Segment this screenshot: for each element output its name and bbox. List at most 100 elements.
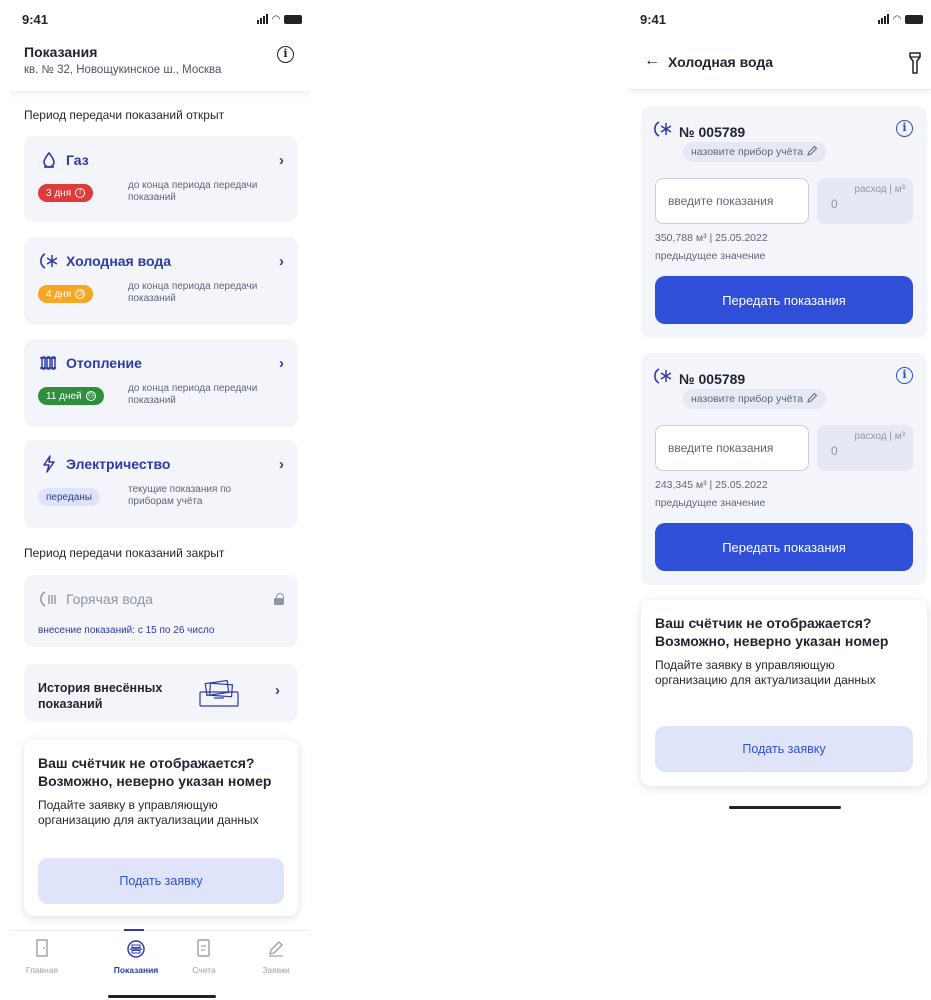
page-title: Холодная вода: [668, 54, 774, 70]
status-bar: 9:41 ◠: [22, 10, 302, 28]
badge-text: переданы: [46, 491, 92, 503]
tab-home[interactable]: Главная: [12, 939, 72, 975]
consumption-label: расход | м³: [854, 431, 905, 442]
cold-water-screen: 9:41 ◠ ← Холодная вода № 005789 i назови…: [628, 0, 931, 830]
consumption-label: расход | м³: [854, 184, 905, 195]
signal-icon: [257, 14, 269, 24]
deadline-note: до конца периода передачи показаний: [128, 281, 258, 304]
service-card-cold-water[interactable]: Холодная вода › 4 дня ◷ до конца периода…: [24, 237, 298, 325]
consumption-value: 0: [831, 197, 838, 211]
service-card-gas[interactable]: Газ › 3 дня ! до конца периода передачи …: [24, 136, 298, 222]
page-title: Показания: [24, 44, 98, 60]
readings-header: Показания кв. № 32, Новощукинское ш., Мо…: [10, 40, 310, 92]
signal-icon: [878, 14, 890, 24]
lightning-icon: [38, 454, 60, 474]
status-time: 9:41: [640, 11, 667, 27]
address: кв. № 32, Новощукинское ш., Москва: [24, 64, 222, 76]
submit-request-button[interactable]: Подать заявку: [655, 726, 913, 772]
service-name: Холодная вода: [66, 253, 172, 269]
info-icon[interactable]: i: [896, 367, 913, 384]
submission-window-note: внесение показаний: с 15 по 26 число: [38, 625, 215, 636]
service-card-heating[interactable]: Отопление › 11 дней ◷ до конца периода п…: [24, 339, 298, 427]
previous-value: 350,788 м³ | 25.05.2022: [655, 232, 768, 244]
history-card[interactable]: История внесённых показаний ›: [24, 664, 298, 722]
clock-icon: ◷: [85, 391, 96, 401]
snowflake-icon: [653, 120, 673, 143]
problem-title: Ваш счётчик не отображается? Возможно, н…: [38, 755, 272, 789]
previous-value-label: предыдущее значение: [655, 497, 766, 509]
problem-text: Подайте заявку в управляющую организацию…: [38, 798, 259, 827]
service-card-electricity[interactable]: Электричество › переданы текущие показан…: [24, 440, 298, 528]
status-time: 9:41: [22, 11, 49, 27]
chip-label: назовите прибор учёта: [691, 146, 804, 158]
rename-meter-chip[interactable]: назовите прибор учёта: [683, 142, 827, 162]
tab-label: Показания: [113, 965, 159, 975]
submit-request-button[interactable]: Подать заявку: [38, 858, 284, 904]
reading-input[interactable]: [655, 425, 809, 471]
bottom-tab-bar: Главная Показания Счета Заявки: [10, 929, 310, 980]
consumption-display: расход | м³ 0: [817, 178, 913, 224]
flashlight-icon[interactable]: [909, 52, 921, 79]
pencil-icon: [246, 939, 306, 959]
service-name: Электричество: [66, 456, 171, 472]
meter-card: № 005789 i назовите прибор учёта расход …: [641, 353, 927, 585]
gas-icon: [38, 150, 60, 170]
tab-bills[interactable]: Счета: [174, 939, 234, 975]
submit-reading-button[interactable]: Передать показания: [655, 276, 913, 324]
previous-value: 243,345 м³ | 25.05.2022: [655, 479, 768, 491]
info-icon[interactable]: i: [277, 46, 294, 63]
service-name: Горячая вода: [66, 591, 153, 607]
meter-number: № 005789: [679, 370, 746, 387]
reading-input[interactable]: [655, 178, 809, 224]
deadline-note: до конца периода передачи показаний: [128, 180, 258, 203]
tab-requests[interactable]: Заявки: [246, 939, 306, 975]
rename-meter-chip[interactable]: назовите прибор учёта: [683, 389, 827, 409]
chip-label: назовите прибор учёта: [691, 393, 804, 405]
open-section-title: Период передачи показаний открыт: [24, 108, 225, 122]
status-bar: 9:41 ◠: [640, 10, 923, 28]
bill-icon: [174, 939, 234, 959]
meter-icon: [106, 939, 166, 959]
problem-text: Подайте заявку в управляющую организацию…: [655, 658, 876, 687]
snowflake-icon: [653, 367, 673, 390]
chevron-right-icon: ›: [279, 151, 284, 169]
archive-drawer-icon: [196, 678, 242, 713]
chevron-right-icon: ›: [279, 252, 284, 270]
tab-label: Заявки: [262, 965, 290, 975]
meter-card: № 005789 i назовите прибор учёта расход …: [641, 106, 927, 338]
previous-value-label: предыдущее значение: [655, 250, 766, 262]
consumption-display: расход | м³ 0: [817, 425, 913, 471]
home-indicator: [108, 995, 216, 998]
cold-water-header: ← Холодная вода: [628, 40, 931, 90]
chevron-right-icon: ›: [279, 354, 284, 372]
missing-meter-card: Ваш счётчик не отображается? Возможно, н…: [24, 740, 298, 916]
door-icon: [12, 939, 72, 959]
problem-title: Ваш счётчик не отображается? Возможно, н…: [655, 615, 889, 649]
lock-icon: [274, 593, 284, 605]
badge-text: 4 дня: [46, 288, 72, 300]
chevron-right-icon: ›: [279, 455, 284, 473]
status-icons: ◠: [878, 14, 923, 25]
service-name: Отопление: [66, 355, 142, 371]
wifi-icon: ◠: [893, 13, 901, 25]
history-label: История внесённых показаний: [38, 681, 163, 711]
home-indicator: [729, 806, 841, 809]
submit-reading-button[interactable]: Передать показания: [655, 523, 913, 571]
snowflake-icon: [38, 251, 60, 271]
info-icon[interactable]: i: [896, 120, 913, 137]
active-tab-indicator: [124, 929, 144, 931]
tab-readings[interactable]: Показания: [106, 939, 166, 975]
back-arrow-icon[interactable]: ←: [644, 52, 660, 70]
closed-section-title: Период передачи показаний закрыт: [24, 546, 225, 560]
deadline-badge: 3 дня !: [38, 184, 94, 202]
badge-text: 3 дня: [46, 187, 72, 199]
deadline-badge: 4 дня ◷: [38, 285, 94, 303]
readings-screen: 9:41 ◠ Показания кв. № 32, Новощукинское…: [10, 0, 310, 1000]
missing-meter-card: Ваш счётчик не отображается? Возможно, н…: [641, 600, 927, 786]
status-icons: ◠: [257, 14, 302, 25]
pencil-icon: [807, 145, 818, 159]
pencil-icon: [807, 392, 818, 406]
clock-icon: ◷: [75, 289, 86, 299]
deadline-note: до конца периода передачи показаний: [128, 383, 258, 406]
tab-label: Счета: [192, 965, 216, 975]
